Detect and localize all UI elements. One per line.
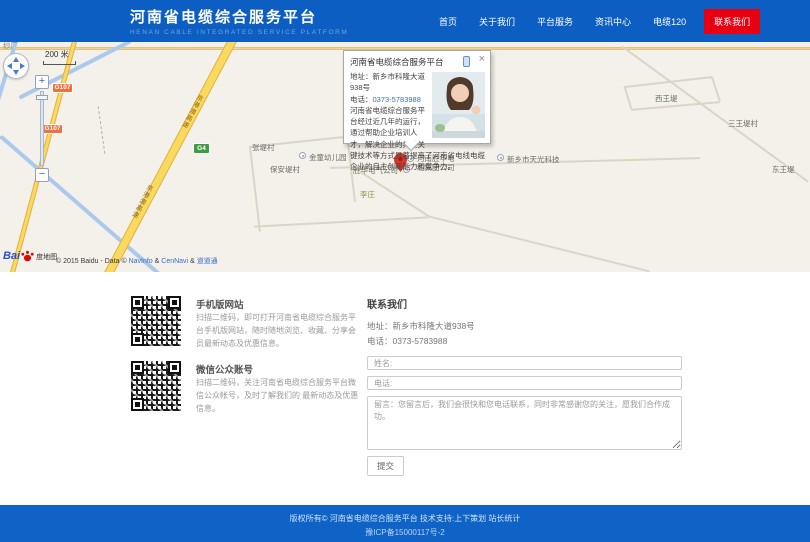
- navinfo-link[interactable]: NavInfo: [129, 258, 153, 265]
- map-road: [624, 86, 633, 110]
- map-scale-label: 200 米: [45, 49, 69, 60]
- map-path-dashed: [98, 106, 106, 154]
- map-label-dongwangdi: 东王堤: [772, 164, 795, 175]
- submit-button[interactable]: 提交: [367, 456, 404, 476]
- zoom-slider-track[interactable]: [40, 91, 44, 166]
- map-river: [18, 42, 131, 100]
- map-label-zhangdicun: 张堤村: [252, 142, 275, 153]
- map-label-lizhuang: 李庄: [360, 189, 375, 200]
- qr-eye: [168, 296, 181, 309]
- footer-icp[interactable]: 豫ICP备15000117号-2: [0, 527, 810, 538]
- contact-title: 联系我们: [367, 296, 407, 311]
- road-badge-g107: G107: [52, 83, 73, 93]
- baidu-paw-icon: [21, 250, 34, 262]
- site-subtitle: HENAN CABLE INTEGRATED SERVICE PLATFORM: [130, 29, 348, 36]
- popup-phone-label: 电话：: [350, 95, 373, 104]
- map-expressway-g4: [103, 42, 238, 272]
- map-label-sanwangdicun: 三王堤村: [728, 118, 758, 129]
- baidu-maps-logo[interactable]: Bai 度地图: [3, 250, 57, 262]
- map-road: [249, 147, 261, 232]
- copyright-sep: &: [153, 258, 162, 265]
- close-icon[interactable]: ×: [479, 53, 485, 65]
- baidu-logo-suffix: 度地图: [36, 252, 57, 262]
- mobile-phone-icon[interactable]: [463, 56, 470, 67]
- poi-icon-kindergarten[interactable]: [299, 152, 306, 159]
- map-copyright: © 2015 Baidu - Data © NavInfo & CenNavi …: [56, 256, 218, 266]
- wechat-title: 微信公众账号: [196, 362, 253, 376]
- content-section: 手机版网站 扫描二维码，即可打开河南省电缆综合服务平台手机版网站，随时随地浏览、…: [0, 272, 810, 505]
- daodaotong-link[interactable]: 道道通: [197, 258, 218, 265]
- map-label-kindergarten: 金童幼儿园: [309, 152, 347, 163]
- site-logo[interactable]: 河南省电缆综合服务平台 HENAN CABLE INTEGRATED SERVI…: [130, 6, 348, 36]
- message-textarea[interactable]: [367, 396, 682, 450]
- popup-body: 地址：新乡市科隆大道938号 电话：0373-5783988 河南省电缆综合服务…: [344, 70, 490, 176]
- map-label-xiwangdi: 西王堤: [655, 93, 678, 104]
- nav-item-news[interactable]: 资讯中心: [584, 15, 642, 28]
- mobile-site-title: 手机版网站: [196, 297, 244, 311]
- poi-icon-tianguang[interactable]: [497, 154, 504, 161]
- main-nav: 首页 关于我们 平台服务 资讯中心 电缆120 联系我们: [428, 0, 760, 42]
- pan-up-icon[interactable]: [13, 57, 19, 62]
- map-road: [624, 76, 713, 88]
- map-info-popup: 河南省电缆综合服务平台 × 地址：新乡市科隆大道938号 电话：0373-578…: [343, 50, 491, 144]
- zoom-out-button[interactable]: −: [35, 168, 49, 182]
- site-header: 河南省电缆综合服务平台 HENAN CABLE INTEGRATED SERVI…: [0, 0, 810, 42]
- mobile-site-qr-code: [131, 296, 181, 346]
- nav-item-cable120[interactable]: 电缆120: [642, 15, 697, 28]
- qr-eye: [131, 398, 144, 411]
- wechat-desc: 扫描二维码，关注河南省电缆综合服务平台微信公众帐号，及时了解我们的 最新动态及优…: [196, 377, 360, 415]
- qr-eye: [131, 296, 144, 309]
- contact-address: 地址：新乡市科隆大道938号: [367, 320, 475, 332]
- map-pan-control[interactable]: [3, 53, 29, 79]
- zoom-in-button[interactable]: +: [35, 75, 49, 89]
- pan-right-icon[interactable]: [20, 63, 25, 69]
- baidu-logo-text: Bai: [3, 250, 20, 262]
- customer-service-photo: [432, 72, 485, 138]
- map-scale-bar: [43, 61, 76, 65]
- map-road: [711, 77, 721, 101]
- copyright-sep: &: [188, 258, 197, 265]
- qr-eye: [168, 361, 181, 374]
- name-input[interactable]: [367, 356, 682, 370]
- page: 河南省电缆综合服务平台 HENAN CABLE INTEGRATED SERVI…: [0, 0, 810, 542]
- site-footer: 版权所有© 河南省电缆综合服务平台 技术支持:上下策划 站长统计 豫ICP备15…: [0, 505, 810, 542]
- popup-phone-number[interactable]: 0373-5783988: [373, 95, 421, 104]
- map-label-baoandicun: 保安堤村: [270, 164, 300, 175]
- zoom-slider-handle[interactable]: [36, 95, 48, 100]
- footer-copyright[interactable]: 版权所有© 河南省电缆综合服务平台 技术支持:上下策划 站长统计: [0, 505, 810, 524]
- phone-input[interactable]: [367, 376, 682, 390]
- map-label-tianguang: 新乡市天光科技: [507, 154, 560, 165]
- map-label-shachang: 纱厂: [3, 42, 18, 51]
- road-badge-g4: G4: [193, 143, 210, 154]
- site-title: 河南省电缆综合服务平台: [130, 6, 348, 27]
- contact-phone: 电话：0373-5783988: [367, 335, 447, 347]
- qr-eye: [131, 361, 144, 374]
- nav-item-home[interactable]: 首页: [428, 15, 468, 28]
- copyright-text: © 2015 Baidu - Data ©: [56, 258, 129, 265]
- baidu-map[interactable]: G4 G107 G107 京港澳高速 京港澳高速 纱厂 张堤村 金童幼儿园 保安…: [0, 42, 810, 272]
- nav-item-about[interactable]: 关于我们: [468, 15, 526, 28]
- qr-eye: [131, 333, 144, 346]
- map-road: [254, 216, 429, 227]
- map-road: [621, 46, 808, 183]
- map-road: [429, 216, 650, 272]
- nav-item-services[interactable]: 平台服务: [526, 15, 584, 28]
- mobile-site-desc: 扫描二维码，即可打开河南省电缆综合服务平台手机版网站，随时随地浏览、收藏、分享会…: [196, 312, 360, 350]
- pan-left-icon[interactable]: [7, 63, 12, 69]
- pan-down-icon[interactable]: [13, 70, 19, 75]
- cennavi-link[interactable]: CenNavi: [161, 258, 188, 265]
- nav-item-contact-active[interactable]: 联系我们: [704, 9, 760, 34]
- wechat-qr-code: [131, 361, 181, 411]
- road-badge-g107: G107: [42, 124, 63, 134]
